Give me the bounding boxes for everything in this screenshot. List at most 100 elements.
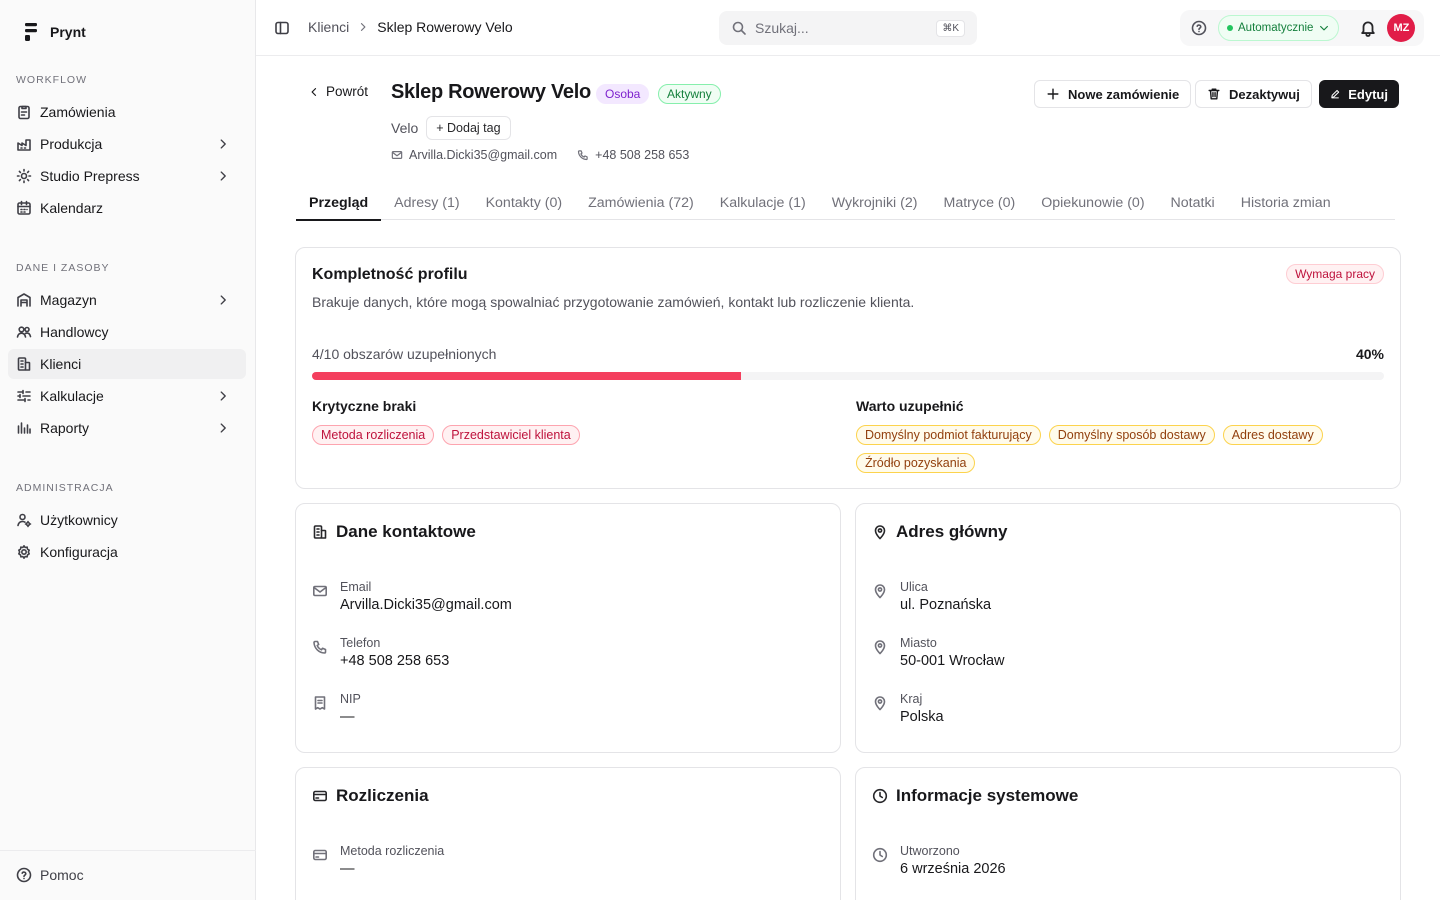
help-circle-icon [1191,20,1207,36]
field-label: Miasto [900,636,937,650]
contact-card-title: Dane kontaktowe [336,522,476,541]
topbar: Klienci Sklep Rowerowy Velo ⌘K Automatyc… [256,0,1440,56]
field-value[interactable]: Arvilla.Dicki35@gmail.com [340,597,512,613]
notifications-button[interactable] [1355,15,1381,41]
map-pin-icon [874,525,886,540]
section-title-dane-i-zasoby: DANE I ZASOBY [16,262,110,274]
help-button[interactable] [1186,15,1212,41]
back-label: Powrót [326,84,369,99]
contact-data-card: Dane kontaktowe Email Arvilla.Dicki35@gma… [295,503,841,753]
new-order-button[interactable]: Nowe zamówienie [1034,80,1192,108]
recommended-title: Warto uzupełnić [856,398,964,414]
progress-bar-fill [312,372,741,380]
progress-bar [312,372,1384,380]
tab-przeglad[interactable]: Przegląd [296,186,382,221]
field-nip: NIP — [312,692,361,725]
brand[interactable]: Prynt [24,22,86,42]
critical-chip[interactable]: Przedstawiciel klienta [442,425,580,445]
client-email[interactable]: Arvilla.Dicki35@gmail.com [409,148,557,162]
sidebar-item-klienci[interactable]: Klienci [8,349,246,379]
sidebar-item-label: Użytkownicy [40,512,118,528]
tab-adresy[interactable]: Adresy (1) [381,186,472,220]
client-short-name: Velo [391,120,419,136]
tab-kalkulacje[interactable]: Kalkulacje (1) [707,186,819,220]
needs-work-badge: Wymaga pracy [1286,264,1384,284]
chevron-right-icon [220,423,226,433]
chevron-right-icon [220,139,226,149]
mail-icon [312,585,327,597]
help-link[interactable]: Pomoc [16,867,84,883]
recommended-chip[interactable]: Domyślny sposób dostawy [1048,425,1215,445]
tab-kontakty[interactable]: Kontakty (0) [473,186,576,220]
users-icon [16,326,32,338]
back-button[interactable]: Powrót [308,84,368,99]
sun-icon [16,168,32,184]
completeness-title: Kompletność profilu [312,266,468,283]
field-created: Utworzono 6 września 2026 [872,844,1006,877]
sidebar-item-label: Kalendarz [40,200,104,216]
bell-icon [1361,21,1376,37]
sidebar-item-zamowienia[interactable]: Zamówienia [8,97,246,127]
field-label: Utworzono [900,844,960,858]
recommended-chip[interactable]: Domyślny podmiot fakturujący [856,425,1041,445]
sidebar-toggle-button[interactable] [274,20,290,36]
field-value[interactable]: +48 508 258 653 [340,653,449,669]
sidebar-item-konfiguracja[interactable]: Konfiguracja [8,537,246,567]
tab-opiekunowie[interactable]: Opiekunowie (0) [1028,186,1157,220]
chevron-right-icon [220,171,226,181]
sidebar-item-produkcja[interactable]: Produkcja [8,129,246,159]
mode-dropdown[interactable]: Automatycznie [1218,15,1340,41]
deactivate-button[interactable]: Dezaktywuj [1195,80,1312,108]
sidebar-item-kalendarz[interactable]: Kalendarz [8,193,246,223]
sidebar-toggle-icon [275,21,289,35]
tab-notatki[interactable]: Notatki [1158,186,1228,220]
sidebar-item-raporty[interactable]: Raporty [8,413,246,443]
sidebar-item-label: Raporty [40,420,90,436]
client-phone[interactable]: +48 508 258 653 [595,148,689,162]
recommended-chip[interactable]: Adres dostawy [1222,425,1323,445]
profile-completeness-card: Kompletność profilu Wymaga pracy Brakuje… [295,247,1401,489]
sidebar-item-label: Kalkulacje [40,388,104,404]
field-value: — [340,861,355,877]
sidebar-item-magazyn[interactable]: Magazyn [8,285,246,315]
map-pin-icon [874,640,886,655]
warehouse-icon [17,293,31,307]
field-value: 6 września 2026 [900,861,1006,877]
sidebar-item-studio-prepress[interactable]: Studio Prepress [8,161,246,191]
clock-icon [872,847,888,863]
system-info-card: Informacje systemowe Utworzono 6 września… [855,767,1401,900]
tab-zamowienia[interactable]: Zamówienia (72) [575,186,707,220]
sidebar-item-kalkulacje[interactable]: Kalkulacje [8,381,246,411]
add-tag-button[interactable]: + Dodaj tag [426,116,511,140]
field-value: Polska [900,709,944,725]
sidebar-item-uzytkownicy[interactable]: Użytkownicy [8,505,246,535]
search-input[interactable] [755,20,937,36]
field-billing-method: Metoda rozliczenia — [312,844,444,877]
search-box[interactable]: ⌘K [719,11,977,45]
sidebar-item-label: Studio Prepress [40,168,140,184]
tab-wykrojniki[interactable]: Wykrojniki (2) [819,186,931,220]
field-phone: Telefon +48 508 258 653 [312,636,449,669]
pencil-icon [1331,89,1340,99]
tab-matryce[interactable]: Matryce (0) [931,186,1029,220]
critical-title: Krytyczne braki [312,398,417,414]
recommended-chip[interactable]: Źródło pozyskania [856,453,976,473]
breadcrumb: Klienci Sklep Rowerowy Velo [308,19,513,35]
chevron-down-icon [1320,25,1329,31]
critical-chip[interactable]: Metoda rozliczenia [312,425,435,445]
breadcrumb-link-klienci[interactable]: Klienci [308,19,349,35]
phone-icon [313,640,327,654]
new-order-label: Nowe zamówienie [1068,86,1180,102]
address-card-header: Adres główny [872,522,1007,542]
phone-icon [578,150,588,161]
avatar[interactable]: MZ [1387,14,1416,42]
mail-icon [391,151,403,159]
mode-label: Automatycznie [1238,22,1314,34]
edit-button[interactable]: Edytuj [1319,80,1399,108]
sidebar-item-label: Magazyn [40,292,97,308]
prynt-logo-icon [25,23,37,41]
sidebar-item-handlowcy[interactable]: Handlowcy [8,317,246,347]
building-icon [17,357,31,371]
tab-historia-zmian[interactable]: Historia zmian [1228,186,1344,220]
field-label: Ulica [900,580,928,594]
